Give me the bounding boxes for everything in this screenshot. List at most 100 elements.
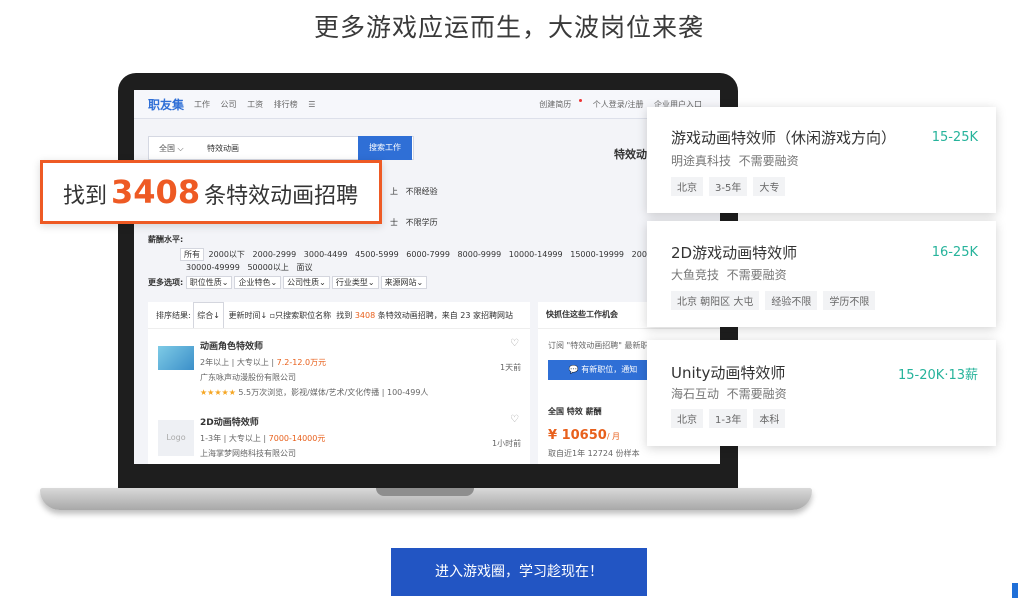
salary-option[interactable]: 3000-4499 — [304, 250, 348, 259]
callout-suffix: 条特效动画招聘 — [204, 184, 359, 209]
keyword-title: 特效动 — [614, 148, 647, 161]
job-card[interactable]: 游戏动画特效师（休闲游戏方向） 15-25K 明途真科技 不需要融资 北京 3-5… — [647, 107, 996, 213]
card-tag: 北京 — [671, 409, 703, 428]
card-funding: 不需要融资 — [726, 387, 787, 401]
more-option-feature[interactable]: 企业特色⌄ — [234, 276, 282, 289]
job-meta: 2年以上 | 大专以上 | 7.2-12.0万元 — [200, 355, 428, 370]
card-tag: 本科 — [753, 409, 786, 428]
only-title-checkbox[interactable]: ▫只搜索职位名称 — [270, 311, 331, 320]
salary-option[interactable]: 10000-14999 — [509, 250, 563, 259]
card-company: 海石互动 不需要融资 — [671, 385, 787, 402]
card-funding: 不需要融资 — [738, 154, 799, 168]
card-tag: 北京 朝阳区 大屯 — [671, 291, 760, 310]
create-resume-label: 创建简历 — [539, 100, 572, 109]
card-tags: 北京 朝阳区 大屯 经验不限 学历不限 — [671, 291, 881, 310]
wechat-notify-button[interactable]: 💬 有新职位，通知 — [548, 360, 658, 380]
sort-default[interactable]: 综合↓ — [193, 302, 224, 328]
only-title-label: 只搜索职位名称 — [275, 311, 332, 320]
site-nav: 职友集 工作 公司 工资 排行榜 ☰ 创建简历 个人登录/注册 企业用户入口 — [134, 90, 720, 119]
salary-option[interactable]: 2000-2999 — [253, 250, 297, 259]
salary-option[interactable]: 6000-7999 — [406, 250, 450, 259]
job-listing[interactable]: 动画角色特效师 2年以上 | 大专以上 | 7.2-12.0万元 广东咏声动漫股… — [200, 340, 428, 400]
favorite-icon[interactable]: ♡ — [510, 414, 519, 425]
job-meta-text: 2年以上 | 大专以上 | — [200, 358, 277, 367]
card-tag: 1-3年 — [709, 409, 748, 428]
nav-item-company[interactable]: 公司 — [221, 100, 237, 109]
callout-prefix: 找到 — [63, 184, 108, 209]
create-resume-link[interactable]: 创建简历 — [531, 99, 583, 109]
wechat-notify-label: 有新职位，通知 — [581, 365, 638, 374]
avg-salary-value: ¥ 10650 — [548, 428, 607, 443]
login-link[interactable]: 个人登录/注册 — [593, 100, 644, 109]
city-select[interactable]: 全国 ⌵ — [159, 143, 184, 154]
company-name[interactable]: 广东咏声动漫股份有限公司 — [200, 370, 428, 385]
job-title[interactable]: 2D动画特效师 — [200, 416, 325, 431]
exp-option-partial[interactable]: 上 — [390, 187, 398, 196]
job-time: 1小时前 — [492, 439, 522, 448]
salary-option[interactable]: 4500-5999 — [355, 250, 399, 259]
sort-time[interactable]: 更新时间↓ — [229, 311, 268, 320]
laptop-screen: 职友集 工作 公司 工资 排行榜 ☰ 创建简历 个人登录/注册 企业用户入口 全… — [134, 90, 720, 464]
company-logo-placeholder: Logo — [158, 420, 194, 456]
sort-label: 排序结果: — [156, 311, 191, 320]
salary-option[interactable]: 15000-19999 — [570, 250, 624, 259]
job-meta: 1-3年 | 大专以上 | 7000-14000元 — [200, 431, 325, 446]
salary-option[interactable]: 30000-49999 — [186, 263, 240, 272]
job-card[interactable]: Unity动画特效师 15-20K·13薪 海石互动 不需要融资 北京 1-3年本… — [647, 340, 996, 446]
found-count: 3408 — [354, 311, 376, 320]
salary-option[interactable]: 2000以下 — [209, 250, 245, 259]
search-input[interactable]: 特效动画 — [207, 143, 239, 154]
wechat-icon: 💬 — [568, 365, 579, 374]
favorite-icon[interactable]: ♡ — [510, 338, 519, 349]
company-logo-image[interactable] — [158, 346, 194, 370]
rating-stars: ★★★★★ — [200, 388, 236, 397]
exp-option-any[interactable]: 不限经验 — [406, 187, 438, 196]
card-tag: 大专 — [753, 177, 786, 196]
results-header: 排序结果: 综合↓ 更新时间↓ ▫只搜索职位名称 找到 3408 条特效动画招聘… — [148, 302, 530, 329]
card-company-name: 海石互动 — [671, 387, 720, 401]
nav-links: 工作 公司 工资 排行榜 ☰ — [194, 99, 323, 110]
edu-option-partial[interactable]: 士 — [390, 218, 398, 227]
job-meta-text: 1-3年 | 大专以上 | — [200, 434, 269, 443]
company-name[interactable]: 上海掌梦网络科技有限公司 — [200, 446, 325, 461]
edu-option-any[interactable]: 不限学历 — [406, 218, 438, 227]
nav-item-salary[interactable]: 工资 — [247, 100, 263, 109]
job-title[interactable]: 动画角色特效师 — [200, 340, 428, 355]
salary-option[interactable]: 面议 — [297, 263, 313, 272]
search-button[interactable]: 搜索工作 — [358, 136, 412, 160]
salary-option[interactable]: 所有 — [180, 248, 204, 261]
card-tag: 经验不限 — [765, 291, 818, 310]
card-company-name: 大鱼竞技 — [671, 268, 720, 282]
job-time: 1天前 — [500, 363, 522, 372]
salary-filter-label: 薪酬水平: — [148, 235, 184, 244]
menu-icon[interactable]: ☰ — [308, 100, 315, 109]
salary-option[interactable]: 8000-9999 — [458, 250, 502, 259]
enter-game-circle-button[interactable]: 进入游戏圈，学习趁现在！ — [391, 548, 647, 596]
avg-salary-unit: / 月 — [606, 432, 621, 441]
more-option-type[interactable]: 职位性质⌄ — [185, 276, 233, 289]
found-suffix: 条特效动画招聘，来自 23 家招聘网站 — [377, 311, 513, 320]
nav-item-ranking[interactable]: 排行榜 — [274, 100, 298, 109]
job-card[interactable]: 2D游戏动画特效师 16-25K 大鱼竞技 不需要融资 北京 朝阳区 大屯 经验不… — [647, 221, 996, 327]
more-option-nature[interactable]: 公司性质⌄ — [283, 276, 330, 289]
card-tags: 北京 1-3年 本科 — [671, 409, 791, 428]
nav-item-work[interactable]: 工作 — [194, 100, 210, 109]
card-title: 2D游戏动画特效师 — [671, 244, 798, 262]
more-option-industry[interactable]: 行业类型⌄ — [331, 276, 379, 289]
salary-option[interactable]: 50000以上 — [247, 263, 288, 272]
salary-stats-title: 全国 特效 薪酬 — [548, 407, 602, 416]
job-listing[interactable]: 2D动画特效师 1-3年 | 大专以上 | 7000-14000元 上海掌梦网络… — [200, 416, 325, 461]
more-option-source[interactable]: 来源网站⌄ — [380, 276, 428, 289]
card-tag: 北京 — [671, 177, 703, 196]
card-tag: 学历不限 — [823, 291, 876, 310]
card-tags: 北京 3-5年 大专 — [671, 177, 791, 196]
more-options-row: 更多选项: 职位性质⌄ 企业特色⌄ 公司性质⌄ 行业类型⌄ 来源网站⌄ — [148, 276, 429, 289]
sample-size: 取自近1年 12724 份样本 — [548, 449, 640, 458]
avg-salary: ¥ 10650/ 月 — [548, 428, 620, 443]
site-logo[interactable]: 职友集 — [148, 96, 184, 113]
salary-option[interactable]: 200 — [632, 250, 647, 259]
job-stats: ★★★★★ 5.5万次浏览，影视/媒体/艺术/文化传播 | 100-499人 — [200, 385, 428, 400]
side-widget-tab[interactable] — [1012, 583, 1018, 598]
card-company: 大鱼竞技 不需要融资 — [671, 266, 787, 283]
card-salary: 16-25K — [931, 245, 978, 260]
